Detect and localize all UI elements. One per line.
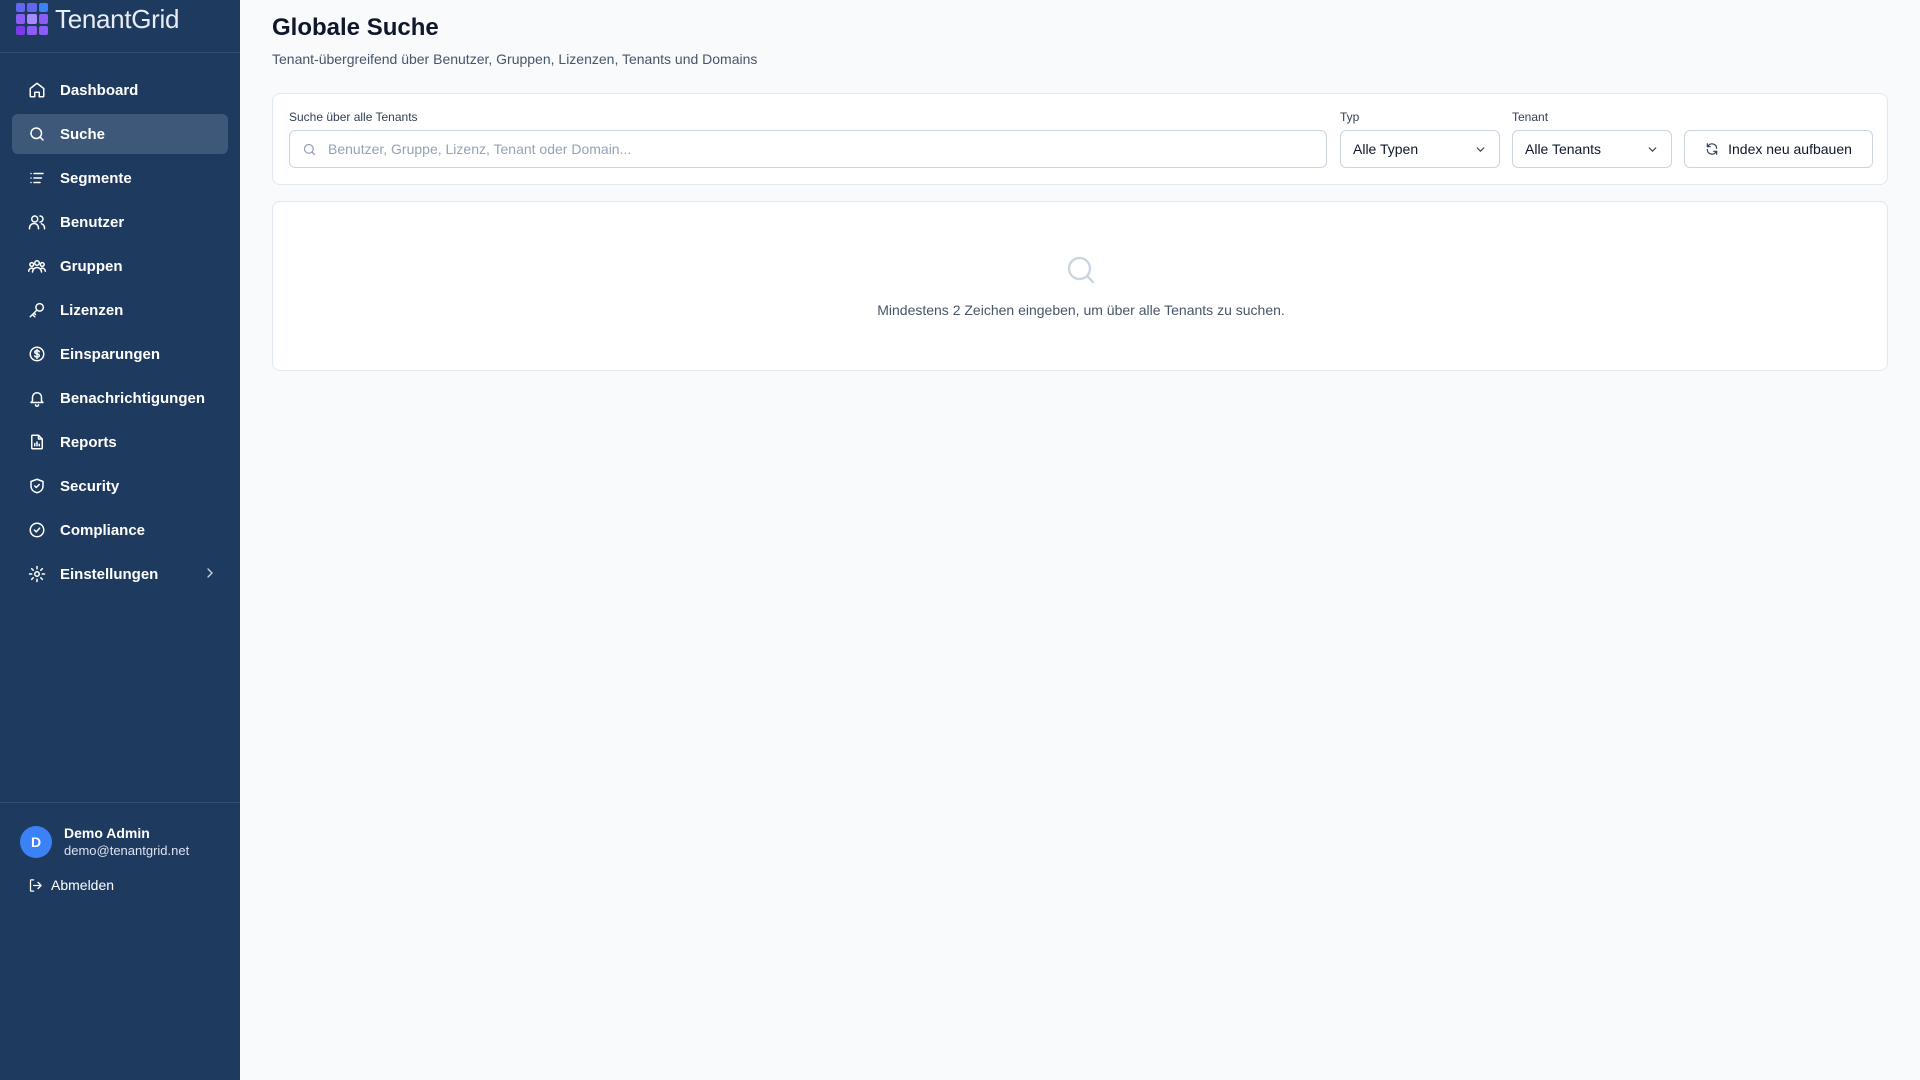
shield-icon (30, 478, 44, 494)
search-label: Suche über alle Tenants (289, 110, 418, 124)
main-content: Globale Suche Tenant-übergreifend über B… (272, 0, 1888, 371)
sidebar-item-label: Gruppen (60, 257, 123, 275)
sidebar-item-gruppen[interactable]: Gruppen (12, 246, 228, 286)
avatar: D (20, 826, 52, 858)
grid-logo-icon (16, 3, 48, 35)
sidebar-item-label: Compliance (60, 521, 146, 539)
gear-icon (28, 565, 46, 583)
chevron-right-icon (207, 568, 213, 578)
sidebar-item-benutzer[interactable]: Benutzer (12, 202, 228, 242)
logout-label: Abmelden (51, 877, 115, 893)
user-email: demo@tenantgrid.net (64, 843, 190, 858)
chevron-down-icon (1648, 147, 1657, 152)
sidebar-item-label: Einstellungen (60, 565, 159, 583)
sidebar-item-reports[interactable]: Reports (12, 422, 228, 462)
sidebar-item-label: Reports (60, 433, 117, 451)
empty-state-message: Mindestens 2 Zeichen eingeben, um über a… (877, 302, 1285, 318)
home-icon (29, 82, 45, 98)
key-icon (29, 302, 45, 318)
sidebar-item-lizenzen[interactable]: Lizenzen (12, 290, 228, 330)
chevron-down-icon (1476, 147, 1485, 152)
dollar-circle-icon (29, 346, 45, 362)
bell-icon (30, 392, 44, 407)
search-input[interactable] (326, 140, 1310, 158)
report-file-icon (31, 434, 43, 450)
type-select[interactable]: Alle Typen (1340, 130, 1500, 168)
sidebar-item-dashboard[interactable]: Dashboard (12, 70, 228, 110)
tenant-select[interactable]: Alle Tenants (1512, 130, 1672, 168)
sidebar-item-suche[interactable]: Suche (12, 114, 228, 154)
user-name: Demo Admin (64, 825, 150, 841)
search-empty-icon (1067, 256, 1095, 284)
refresh-icon (1706, 143, 1718, 155)
search-icon (303, 143, 316, 155)
logout-icon (29, 878, 42, 892)
rebuild-index-button[interactable]: Index neu aufbauen (1684, 130, 1873, 168)
page-subtitle: Tenant-übergreifend über Benutzer, Grupp… (272, 51, 758, 67)
sidebar-item-security[interactable]: Security (12, 466, 228, 506)
search-field[interactable] (289, 130, 1327, 168)
sidebar-item-label: Dashboard (60, 81, 139, 99)
rebuild-index-label: Index neu aufbauen (1728, 141, 1852, 157)
user-profile[interactable]: D Demo Admin demo@tenantgrid.net (0, 803, 240, 859)
tenant-filter-label: Tenant (1512, 110, 1549, 124)
brand-name: TenantGrid (55, 4, 180, 34)
sidebar-item-label: Suche (60, 125, 106, 143)
sidebar-item-label: Benutzer (60, 213, 125, 231)
type-select-value: Alle Typen (1353, 141, 1419, 157)
sidebar: TenantGrid Dashboard Suche Segmente Benu… (0, 0, 240, 1080)
sidebar-item-label: Lizenzen (60, 301, 124, 319)
search-panel: Suche über alle Tenants Typ Alle Typen T… (272, 93, 1888, 185)
group-icon (28, 260, 46, 273)
page-title: Globale Suche (272, 14, 439, 41)
logout-button[interactable]: Abmelden (28, 877, 240, 893)
check-circle-icon (29, 522, 45, 538)
sidebar-item-compliance[interactable]: Compliance (12, 510, 228, 550)
sidebar-item-label: Segmente (60, 169, 132, 187)
empty-state: Mindestens 2 Zeichen eingeben, um über a… (272, 201, 1888, 371)
type-filter-label: Typ (1340, 110, 1360, 124)
sidebar-item-label: Einsparungen (60, 345, 161, 363)
search-icon (30, 127, 44, 141)
list-icon (30, 172, 44, 184)
sidebar-item-einstellungen[interactable]: Einstellungen (12, 554, 228, 594)
sidebar-item-segmente[interactable]: Segmente (12, 158, 228, 198)
sidebar-item-benachrichtigungen[interactable]: Benachrichtigungen (12, 378, 228, 418)
sidebar-footer: D Demo Admin demo@tenantgrid.net Abmelde… (0, 802, 240, 893)
tenant-select-value: Alle Tenants (1525, 141, 1602, 157)
sidebar-item-label: Security (60, 477, 120, 495)
users-icon (28, 215, 46, 230)
sidebar-item-label: Benachrichtigungen (60, 389, 206, 407)
sidebar-item-einsparungen[interactable]: Einsparungen (12, 334, 228, 374)
brand[interactable]: TenantGrid (0, 0, 240, 53)
sidebar-nav: Dashboard Suche Segmente Benutzer Gruppe… (12, 70, 228, 598)
